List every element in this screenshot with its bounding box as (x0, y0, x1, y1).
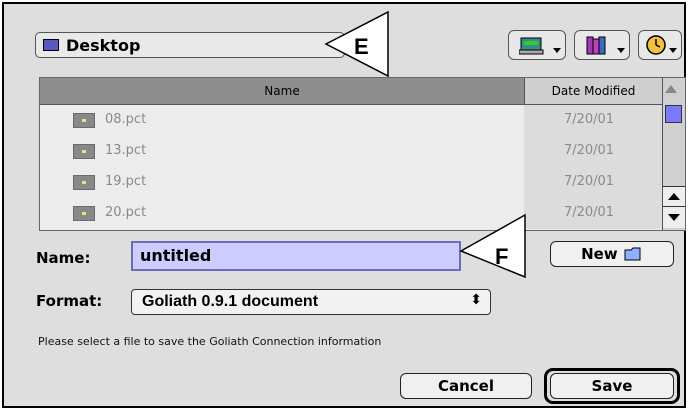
callout-f: F (459, 213, 526, 279)
recent-button[interactable] (638, 30, 682, 60)
file-list[interactable]: Name Date Modified 08.pct 7/20/01 13.pct… (39, 77, 686, 231)
vertical-scrollbar[interactable] (662, 78, 685, 230)
file-date: 7/20/01 (563, 174, 615, 189)
popup-arrows-icon: ⬍ (470, 292, 482, 308)
shortcuts-button[interactable] (508, 30, 566, 60)
pict-file-icon (73, 175, 95, 190)
hint-text: Please select a file to save the Goliath… (38, 335, 382, 348)
name-label: Name: (36, 249, 91, 267)
file-date: 7/20/01 (563, 112, 615, 127)
list-item[interactable]: 19.pct 7/20/01 (40, 167, 662, 198)
format-value: Goliath 0.9.1 document (142, 293, 319, 310)
scroll-down-button[interactable] (663, 206, 685, 228)
file-name: 08.pct (105, 112, 147, 127)
format-label: Format: (36, 292, 103, 310)
default-button-ring: Save (544, 368, 680, 404)
shortcuts-drive-icon (519, 37, 544, 55)
pict-file-icon (73, 144, 95, 159)
column-header-date-modified[interactable]: Date Modified (524, 78, 662, 105)
scroll-thumb[interactable] (665, 105, 682, 123)
desktop-folder-icon (43, 39, 59, 51)
chevron-down-icon (553, 48, 561, 53)
list-item[interactable]: 08.pct 7/20/01 (40, 105, 662, 136)
pict-file-icon (73, 113, 95, 128)
file-date: 7/20/01 (563, 205, 615, 220)
location-popup[interactable]: Desktop (35, 32, 345, 58)
file-name: 13.pct (105, 143, 147, 158)
chevron-down-icon (669, 48, 677, 53)
file-name: 20.pct (105, 205, 147, 220)
new-button-label: New (581, 245, 618, 263)
file-date: 7/20/01 (563, 143, 615, 158)
chevron-down-icon (617, 48, 625, 53)
file-name: 19.pct (105, 174, 147, 189)
list-item[interactable]: 20.pct 7/20/01 (40, 198, 662, 229)
favorites-button[interactable] (574, 30, 630, 60)
callout-e-label: E (354, 34, 369, 59)
location-popup-label: Desktop (66, 36, 141, 55)
scroll-up-button[interactable] (663, 186, 685, 206)
save-dialog: Desktop E Name Date Modified 08.pct 7/20… (2, 2, 686, 408)
sort-direction-icon[interactable] (665, 85, 677, 93)
favorites-books-icon (586, 36, 606, 55)
recent-clock-icon (646, 35, 666, 55)
format-popup[interactable]: Goliath 0.9.1 document ⬍ (131, 289, 491, 315)
save-button[interactable]: Save (550, 373, 674, 399)
pict-file-icon (73, 206, 95, 221)
new-folder-button[interactable]: New (550, 241, 674, 267)
column-header-name[interactable]: Name (40, 78, 524, 105)
file-rows: 08.pct 7/20/01 13.pct 7/20/01 19.pct 7/2… (40, 105, 662, 229)
cancel-button[interactable]: Cancel (400, 373, 532, 399)
callout-e: E (324, 10, 389, 78)
callout-f-label: F (495, 244, 508, 269)
name-field[interactable]: untitled (131, 241, 461, 271)
list-item[interactable]: 13.pct 7/20/01 (40, 136, 662, 167)
new-folder-icon (624, 247, 641, 261)
